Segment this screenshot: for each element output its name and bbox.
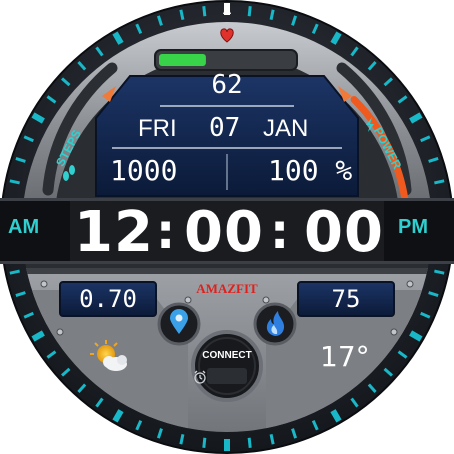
bezel-tick [179, 9, 185, 20]
location-button[interactable] [157, 302, 201, 346]
bezel-tick [202, 6, 207, 17]
bezel-tick [9, 179, 20, 185]
bezel-tick [179, 434, 185, 445]
heart-rate-value: 62 [211, 70, 243, 100]
date-month: JAN [263, 115, 309, 142]
date-weekday: FRI [138, 115, 177, 142]
bezel-tick [269, 9, 275, 20]
date-day: 07 [209, 113, 241, 143]
time-separator-2: : [270, 204, 290, 260]
rivet [406, 280, 414, 288]
connect-button[interactable] [191, 330, 263, 402]
rivet [262, 296, 270, 304]
rivet [56, 328, 64, 336]
rivet [40, 280, 48, 288]
rivet [184, 296, 192, 304]
bezel-tick [9, 269, 20, 275]
time-separator-1: : [156, 204, 176, 260]
flame-button[interactable] [253, 302, 297, 346]
temperature-value: 17° [320, 340, 370, 373]
calories-value: 75 [331, 285, 361, 313]
battery-gauge-fill [159, 54, 206, 66]
bezel-tick [247, 6, 252, 17]
am-indicator: AM [8, 216, 40, 238]
time-minute: 00 [184, 200, 264, 265]
bezel-tick [269, 434, 275, 445]
rivet [390, 328, 398, 336]
pm-indicator: PM [398, 216, 428, 238]
connect-label: CONNECT [202, 350, 251, 361]
time-hour: 12 [74, 200, 154, 265]
bezel-tick [247, 437, 252, 448]
distance-value: 0.70 [79, 285, 137, 313]
bezel-tick [434, 179, 445, 185]
bezel-tick [202, 437, 207, 448]
time-second: 00 [304, 200, 384, 265]
bezel-tick [434, 269, 445, 275]
steps-value: 1000 [110, 154, 178, 187]
brand-logo: AMAZFIT [196, 281, 258, 296]
power-value: 100 % [268, 154, 353, 187]
